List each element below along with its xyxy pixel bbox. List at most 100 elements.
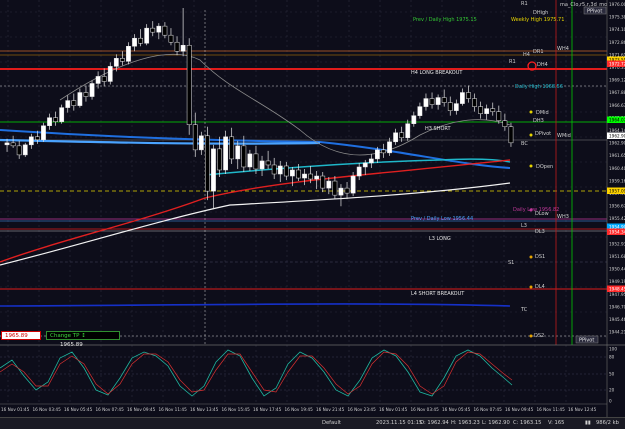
candle-bear [466,92,471,99]
time-tick-label: 16 Nov 07:45 [96,407,125,412]
candle-bear [472,98,477,107]
candle-bear [10,142,16,147]
status-datetime: 2023.11.15 01:15 [376,420,423,426]
candle-bull [435,97,441,105]
price-tick-label: 1950.44 [609,267,625,272]
status-bar: Default 2023.11.15 01:15 O: 1962.94 H: 1… [0,417,625,429]
price-tick-label: 1946.70 [609,304,625,309]
candle-bull [59,107,65,122]
candle-bear [508,126,514,144]
candle-bear [265,160,271,166]
price-tick-label: 1960.40 [609,166,625,171]
time-tick-label: 16 Nov 09:45 [127,407,156,412]
candle-bull [460,92,465,104]
candle-bear [168,34,174,43]
ppivot-top-label: PPivot [587,9,602,15]
tp-sort-icon: ↕ [81,333,86,339]
candle-bull [368,158,374,164]
candle-bull [77,92,83,106]
label-prev-daily-high: Prev / Daily High 1975.15 [413,17,477,23]
label-ds1: DS1 [535,254,545,260]
candle-bull [198,135,204,151]
change-tp-box[interactable]: Change TP ↕ 1965.89 [46,331,120,348]
time-tick-label: 16 Nov 17:45 [253,407,282,412]
label-l4-short-breakout: L4 SHORT BREAKOUT [411,291,465,297]
label-weekly-high: Weekly High 1975.71 [511,17,564,23]
change-tp-label: Change TP [50,333,80,339]
time-tick-label: 16 Nov 13:45 [190,407,219,412]
price-tick-label: 1956.67 [609,204,625,209]
price-tick-label: 1952.93 [609,241,625,246]
candle-bull [47,117,52,126]
oscillator-tick-label: 100 [609,347,617,352]
candle-bull [387,141,392,154]
label-dhigh: DHigh [533,10,548,16]
label-dh4: DH4 [537,62,548,68]
candle-bull [144,27,150,44]
price-tick-label: 1964.14 [609,128,625,133]
label-dl3: DL3 [535,229,545,235]
candle-bull [423,98,429,107]
price-tick-label: 1961.65 [609,153,625,158]
time-tick-label: 16 Nov 12:45 [568,407,597,412]
label-h4-long-breakout: H4 LONG BREAKOUT [411,70,463,76]
candle-bull [113,58,119,67]
status-traffic: 986/2 kb [596,420,619,426]
candle-bear [502,120,508,127]
candle-bull [259,160,265,170]
time-tick-label: 16 Nov 03:45 [33,407,62,412]
candle-bull [362,162,368,168]
candle-bull [89,83,95,97]
label-r1: R1 [509,59,516,65]
time-tick-label: 16 Nov 07:45 [474,407,503,412]
candle-bull [180,44,186,52]
time-tick-label: 16 Nov 09:45 [505,407,534,412]
candle-bull [235,145,241,160]
change-tp-value: 1965.89 [60,342,83,348]
time-tick-label: 16 Nov 05:45 [442,407,471,412]
candle-bear [429,98,435,105]
candle-bull [28,136,34,146]
connection-status-icon[interactable]: ▮▮ [585,418,591,429]
candle-bull [126,46,131,62]
label-s1: S1 [508,260,514,266]
price-tick-label: 1974.10 [609,27,625,32]
candle-bear [205,135,210,192]
label-l3: L3 [521,223,527,229]
current-price-box[interactable]: 1965.89 [1,331,41,340]
dot-ds1 [529,255,533,259]
candle-bear [35,136,40,141]
price-tick-label: 1967.88 [609,90,625,95]
price-chart[interactable]: R1 DHigh Prev / Daily High 1975.15 Weekl… [0,0,625,428]
status-profile[interactable]: Default [322,418,341,429]
candle-bear [229,136,235,160]
price-tick-label: 1947.95 [609,292,625,297]
status-low: L: 1962.90 [482,420,510,426]
candle-bull [223,136,228,171]
candle-bear [332,180,338,196]
candle-bear [490,108,496,112]
status-open: O: 1962.94 [420,420,449,426]
candle-bear [150,27,156,33]
label-dmid: DMid [536,110,549,116]
time-tick-label: 16 Nov 01:45 [379,407,408,412]
candle-bear [399,132,405,139]
time-axis[interactable]: 16 Nov 01:45 16 Nov 03:45 16 Nov 05:45 16 N… [1,407,597,412]
label-wmid: WMid [557,133,571,139]
price-tick-label: 1976.00 [609,2,625,7]
candle-bull [326,180,332,189]
candle-bull [375,149,380,160]
candle-bull [453,103,459,111]
price-marker-label: 1957.09 [609,189,625,194]
price-marker-label: 1964.07 [609,118,625,123]
candle-bear [478,106,483,114]
oscillator-tick-label: 20 [609,388,615,393]
price-marker-label: 1972.72 [609,62,625,67]
dot-dmid [529,110,533,114]
time-tick-label: 16 Nov 03:45 [411,407,440,412]
dot-ds2 [529,334,533,338]
candle-bull [350,175,356,194]
candle-bear [283,165,289,177]
label-tc: TC [520,307,528,313]
oscillator-tick-label: 50 [609,372,615,377]
